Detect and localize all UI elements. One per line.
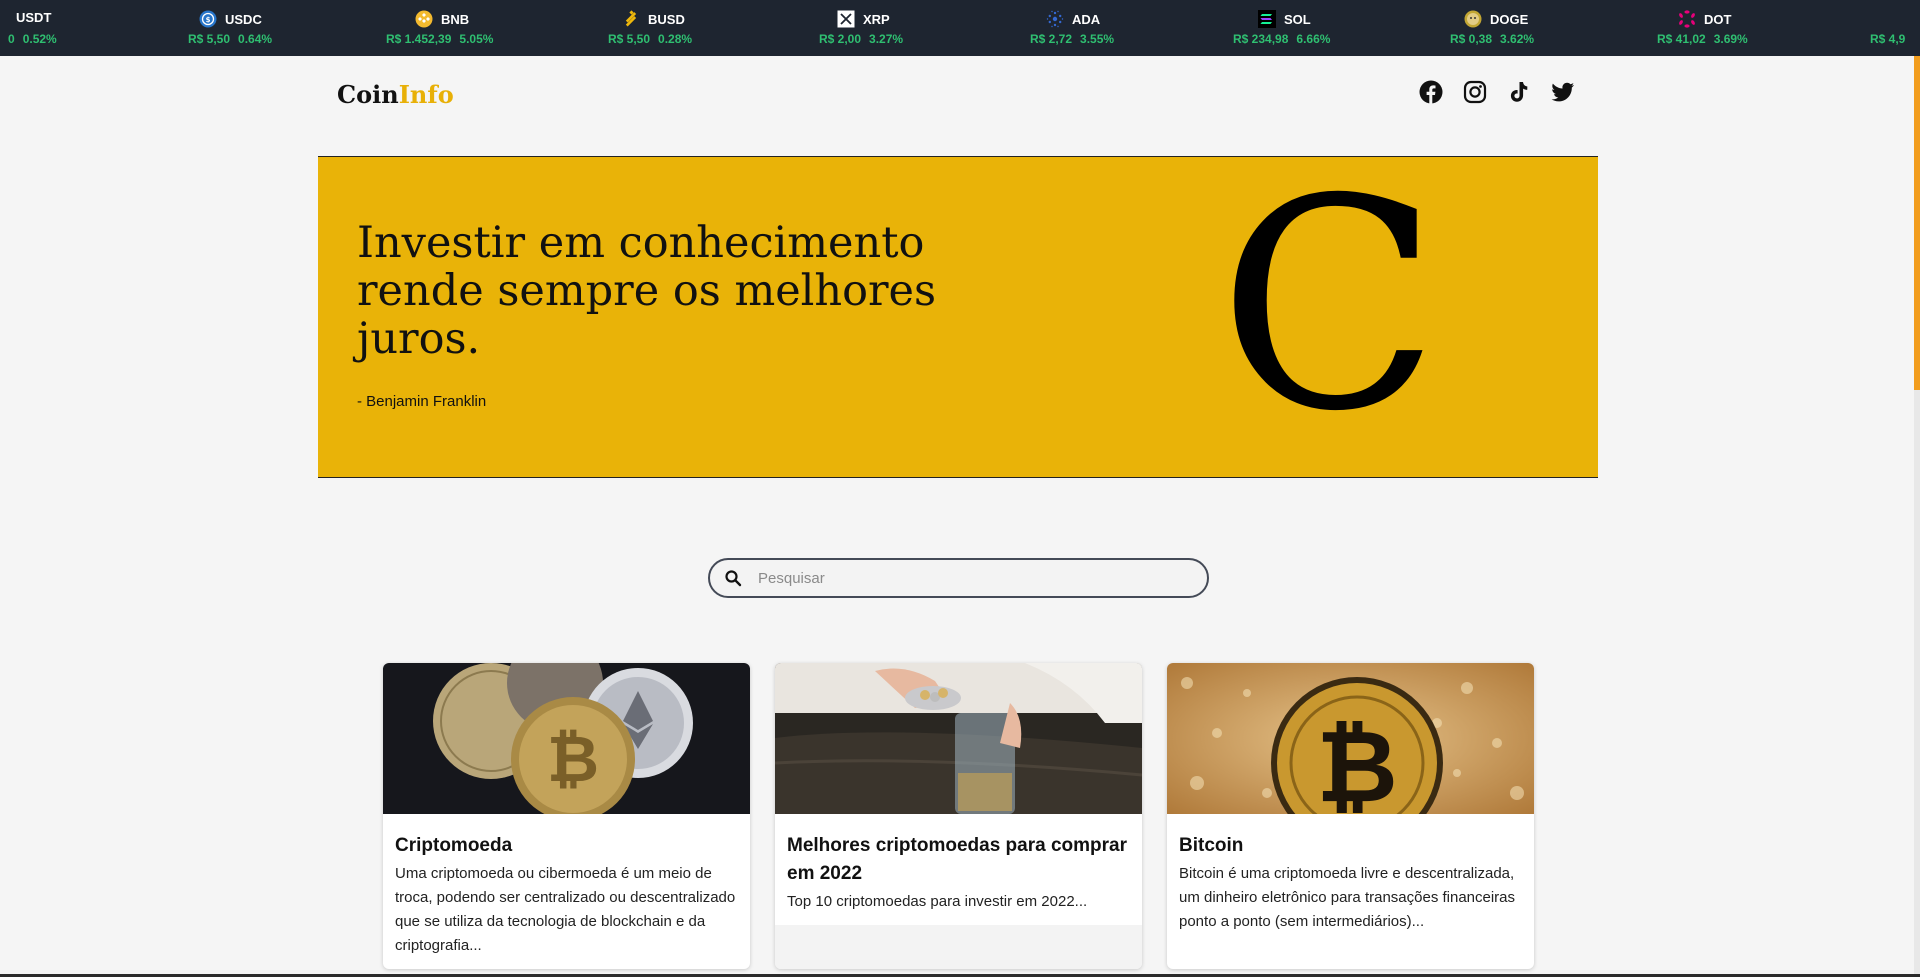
ticker-symbol: BUSD bbox=[648, 11, 685, 27]
site-logo[interactable]: CoinInfo bbox=[337, 80, 454, 109]
ticker-price: 0 bbox=[8, 32, 15, 46]
price-ticker: USDT 0 0.52% $ USDC R$ 5,50 0.64% BNB R$ 1… bbox=[0, 0, 1920, 56]
scrollbar-thumb[interactable] bbox=[1914, 56, 1920, 390]
ticker-change: 3.69% bbox=[1713, 32, 1748, 46]
polkadot-icon bbox=[1679, 10, 1695, 28]
search-bar[interactable] bbox=[708, 558, 1209, 598]
ticker-change: 0.64% bbox=[238, 32, 273, 46]
ticker-change: 5.05% bbox=[459, 32, 494, 46]
card-title[interactable]: Bitcoin bbox=[1179, 832, 1522, 860]
card-title[interactable]: Criptomoeda bbox=[395, 832, 738, 860]
tiktok-icon[interactable] bbox=[1507, 80, 1531, 104]
ticker-price: R$ 5,50 bbox=[188, 32, 231, 46]
card-image-coin-jar bbox=[775, 663, 1142, 814]
article-card-bitcoin[interactable]: ₿ Bitcoin Bitcoin é uma criptomoeda livr… bbox=[1167, 663, 1534, 969]
ticker-symbol: DOT bbox=[1704, 11, 1732, 27]
card-description: Bitcoin é uma criptomoeda livre e descen… bbox=[1179, 865, 1516, 930]
ticker-change: 0.52% bbox=[22, 32, 57, 46]
hero-quote: Investir em conhecimento rende sempre os… bbox=[357, 218, 937, 364]
ticker-price: R$ 234,98 bbox=[1233, 32, 1289, 46]
ticker-price: R$ 4,9 bbox=[1870, 32, 1906, 46]
cardano-icon bbox=[1046, 10, 1064, 28]
social-links bbox=[1419, 80, 1575, 104]
busd-icon bbox=[625, 10, 637, 27]
ticker-symbol: USDT bbox=[16, 10, 52, 25]
ticker-symbol: XRP bbox=[863, 11, 890, 27]
ticker-price: R$ 0,38 bbox=[1450, 32, 1493, 46]
article-card-melhores-criptomoedas[interactable]: Melhores criptomoedas para comprar em 20… bbox=[775, 663, 1142, 969]
ticker-price: R$ 2,00 bbox=[819, 32, 862, 46]
svg-text:₿: ₿ bbox=[1316, 708, 1398, 814]
card-description: Uma criptomoeda ou cibermoeda é um meio … bbox=[395, 865, 736, 954]
article-card-criptomoeda[interactable]: ₿ Criptomoeda Uma criptomoeda ou cibermo… bbox=[383, 663, 750, 969]
card-title[interactable]: Melhores criptomoedas para comprar em 20… bbox=[787, 832, 1130, 888]
ticker-change: 6.66% bbox=[1296, 32, 1331, 46]
ticker-price: R$ 1.452,39 bbox=[386, 32, 452, 46]
search-input[interactable] bbox=[758, 569, 1158, 587]
solana-icon bbox=[1258, 10, 1276, 28]
card-footer bbox=[775, 925, 1142, 969]
card-description: Top 10 criptomoedas para investir em 202… bbox=[787, 893, 1088, 910]
ticker-price: R$ 41,02 bbox=[1657, 32, 1706, 46]
ticker-price: R$ 5,50 bbox=[608, 32, 651, 46]
bnb-icon bbox=[415, 10, 433, 28]
twitter-icon[interactable] bbox=[1551, 80, 1575, 104]
svg-text:$: $ bbox=[206, 16, 211, 24]
ticker-symbol: ADA bbox=[1072, 11, 1101, 27]
logo-main-text: Coin bbox=[337, 80, 399, 109]
ticker-symbol: DOGE bbox=[1490, 11, 1529, 27]
ticker-symbol: USDC bbox=[225, 11, 262, 27]
hero-banner: Investir em conhecimento rende sempre os… bbox=[318, 156, 1598, 478]
logo-accent-text: Info bbox=[398, 80, 454, 109]
ticker-change: 3.62% bbox=[1500, 32, 1535, 46]
hero-logo-letter: C bbox=[1218, 138, 1440, 475]
ticker-change: 3.27% bbox=[869, 32, 904, 46]
ticker-change: 0.28% bbox=[658, 32, 693, 46]
page-scrollbar[interactable] bbox=[1914, 56, 1920, 977]
ticker-price: R$ 2,72 bbox=[1030, 32, 1073, 46]
search-icon bbox=[725, 570, 742, 587]
facebook-icon[interactable] bbox=[1419, 80, 1443, 104]
usdc-icon: $ bbox=[199, 10, 217, 28]
ticker-symbol: BNB bbox=[441, 11, 470, 27]
hero-quote-author: - Benjamin Franklin bbox=[357, 393, 487, 410]
card-image-bitcoin: ₿ bbox=[1167, 663, 1534, 814]
doge-icon bbox=[1464, 10, 1482, 28]
instagram-icon[interactable] bbox=[1463, 80, 1487, 104]
ticker-symbol: SOL bbox=[1284, 11, 1311, 27]
svg-text:₿: ₿ bbox=[547, 723, 599, 797]
card-image-coins: ₿ bbox=[383, 663, 750, 814]
ticker-change: 3.55% bbox=[1080, 32, 1115, 46]
xrp-icon bbox=[837, 10, 855, 28]
